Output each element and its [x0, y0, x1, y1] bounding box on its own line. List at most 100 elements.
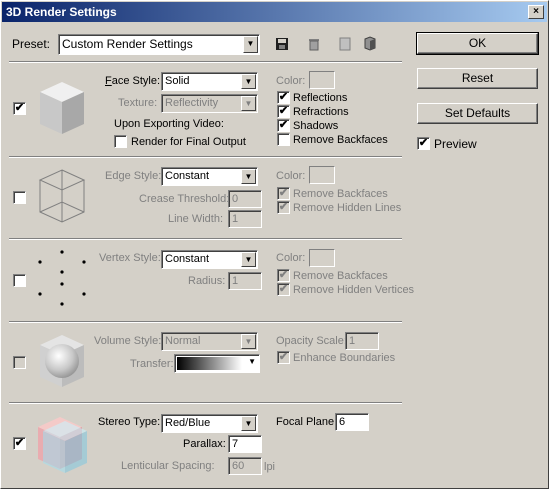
stereo-type-label: Stereo Type: — [98, 416, 161, 428]
face-color-swatch[interactable] — [309, 71, 335, 89]
face-style-select[interactable]: Solid ▼ — [161, 72, 258, 91]
shadows-label: Shadows — [293, 120, 339, 132]
render-final-checkbox[interactable] — [114, 135, 127, 148]
shadows-checkbox[interactable]: ✔ — [277, 119, 290, 132]
vertex-dots-icon — [38, 250, 86, 306]
crease-threshold-value: 0 — [232, 193, 239, 205]
vertex-style-select[interactable]: Constant ▼ — [161, 250, 258, 269]
line-width-value: 1 — [232, 213, 239, 225]
save-icon[interactable] — [275, 37, 289, 51]
close-button[interactable]: × — [528, 5, 544, 19]
ok-button[interactable]: OK — [416, 32, 539, 55]
lenticular-spacing-input: 60 — [228, 457, 262, 475]
reflections-checkbox[interactable]: ✔ — [277, 91, 290, 104]
remove-hidden-vertices-checkbox[interactable]: ✔ — [277, 283, 290, 296]
stereo-type-value: Red/Blue — [165, 417, 211, 429]
volume-enable-checkbox — [13, 356, 26, 369]
chevron-down-icon: ▼ — [248, 357, 256, 366]
separator — [9, 238, 402, 240]
chevron-down-icon: ▼ — [241, 252, 256, 267]
opacity-scale-input: 1 — [345, 332, 379, 350]
vertex-remove-backfaces-checkbox[interactable]: ✔ — [277, 269, 290, 282]
vertex-style-label: Vertex Style: — [99, 252, 161, 264]
chevron-down-icon: ▼ — [241, 74, 256, 89]
delete-icon[interactable] — [308, 37, 320, 51]
remove-hidden-vertices-label: Remove Hidden Vertices — [293, 284, 415, 296]
vertex-style-value: Constant — [165, 253, 210, 265]
enhance-boundaries-checkbox: ✔ — [277, 351, 290, 364]
face-enable-checkbox[interactable]: ✔ — [13, 102, 26, 115]
title-bar: 3D Render Settings × — [2, 2, 547, 22]
line-width-input: 1 — [228, 210, 262, 228]
edge-style-label: Edge Style: — [105, 170, 162, 182]
set-defaults-button[interactable]: Set Defaults — [417, 103, 538, 124]
stereo-type-select[interactable]: Red/Blue ▼ — [161, 414, 258, 433]
texture-select: Reflectivity ▼ — [161, 94, 258, 113]
chevron-down-icon: ▼ — [241, 169, 256, 184]
edge-color-swatch[interactable] — [309, 166, 335, 184]
parallax-input[interactable]: 7 — [228, 435, 262, 453]
preview-label: Preview — [434, 137, 477, 151]
reflections-label: Reflections — [293, 92, 348, 104]
edge-remove-backfaces-checkbox[interactable]: ✔ — [277, 187, 290, 200]
transfer-function-select[interactable]: ▼ — [174, 354, 260, 373]
texture-label: Texture: — [118, 97, 158, 109]
upon-exporting-label: Upon Exporting Video: — [114, 118, 224, 130]
vertex-color-label: Color: — [276, 252, 306, 264]
preset-label: Preset: — [12, 37, 51, 51]
edge-remove-backfaces-label: Remove Backfaces — [293, 188, 388, 200]
opacity-scale-label: Opacity Scale: — [276, 335, 347, 347]
lpi-unit-label: lpi — [264, 461, 276, 473]
lenticular-spacing-value: 60 — [232, 460, 245, 472]
enhance-boundaries-label: Enhance Boundaries — [293, 352, 396, 364]
focal-plane-value: 6 — [339, 416, 346, 428]
edge-style-select[interactable]: Constant ▼ — [161, 167, 258, 186]
vertex-enable-checkbox[interactable] — [13, 274, 26, 287]
refractions-label: Refractions — [293, 106, 349, 118]
remove-hidden-lines-checkbox[interactable]: ✔ — [277, 201, 290, 214]
face-cube-icon — [40, 82, 84, 134]
transfer-gradient — [177, 357, 242, 370]
stereo-enable-checkbox[interactable]: ✔ — [13, 437, 26, 450]
preview-checkbox[interactable]: ✔ — [417, 137, 430, 150]
separator — [9, 156, 402, 158]
volume-sphere-icon — [40, 335, 84, 387]
face-style-value: Solid — [165, 75, 190, 87]
window-title: 3D Render Settings — [6, 5, 117, 19]
cube-icon[interactable] — [363, 36, 376, 51]
radius-label: Radius: — [188, 275, 226, 287]
remove-hidden-lines-label: Remove Hidden Lines — [293, 202, 402, 214]
radius-value: 1 — [232, 275, 239, 287]
radius-input: 1 — [228, 272, 262, 290]
refractions-checkbox[interactable]: ✔ — [277, 105, 290, 118]
line-width-label: Line Width: — [168, 213, 224, 225]
new-icon[interactable] — [339, 37, 351, 51]
vertex-color-swatch[interactable] — [309, 249, 335, 267]
separator — [9, 321, 402, 323]
face-style-label: Face Style: — [105, 75, 161, 87]
preset-select[interactable]: Custom Render Settings ▼ — [58, 34, 260, 55]
separator — [9, 61, 402, 63]
edge-color-label: Color: — [276, 170, 306, 182]
volume-style-label: Volume Style: — [94, 335, 162, 347]
chevron-down-icon: ▼ — [243, 36, 258, 53]
opacity-scale-value: 1 — [349, 335, 356, 347]
edge-enable-checkbox[interactable] — [13, 191, 26, 204]
chevron-down-icon: ▼ — [241, 334, 256, 349]
vertex-remove-backfaces-label: Remove Backfaces — [293, 270, 388, 282]
volume-style-select: Normal ▼ — [161, 332, 258, 351]
transfer-label: Transfer: — [130, 358, 174, 370]
focal-plane-input[interactable]: 6 — [335, 413, 369, 431]
separator — [9, 402, 402, 404]
parallax-value: 7 — [232, 438, 239, 450]
reset-button[interactable]: Reset — [417, 68, 538, 89]
focal-plane-label: Focal Plane: — [276, 416, 338, 428]
render-final-label: Render for Final Output — [131, 136, 246, 148]
lenticular-spacing-label: Lenticular Spacing: — [121, 460, 215, 472]
texture-value: Reflectivity — [165, 97, 219, 109]
face-remove-backfaces-checkbox[interactable] — [277, 133, 290, 146]
render-settings-dialog: 3D Render Settings × Preset: Custom Rend… — [0, 0, 549, 489]
chevron-down-icon: ▼ — [241, 416, 256, 431]
wireframe-cube-icon — [38, 169, 86, 223]
crease-threshold-input: 0 — [228, 190, 262, 208]
